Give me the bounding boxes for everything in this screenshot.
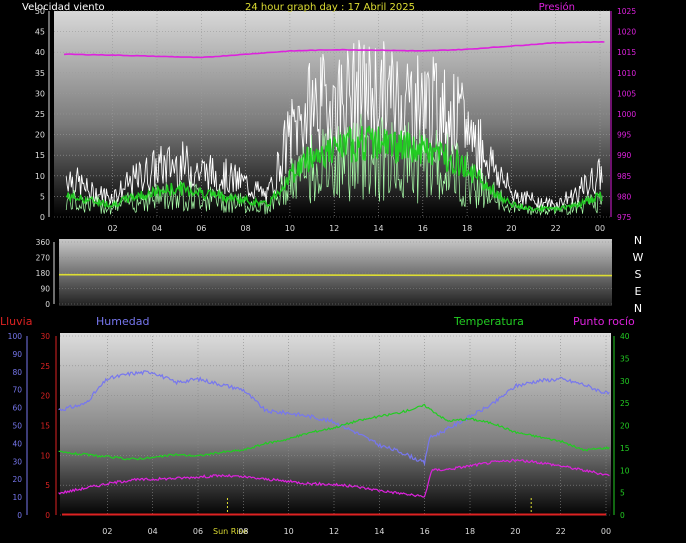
pressure-y-tick-right: 990	[617, 151, 632, 160]
rain-y-tick: 15	[40, 422, 50, 431]
bottom-plot-area	[60, 333, 611, 517]
bottom-x-tick: 10	[284, 527, 294, 536]
compass-label: E	[635, 285, 642, 298]
temperature-y-tick: 5	[620, 489, 625, 498]
compass-label: S	[635, 268, 642, 281]
humidity-y-tick: 30	[12, 457, 22, 466]
humidity-y-tick: 90	[12, 350, 22, 359]
compass-label: N	[634, 302, 642, 315]
temperature-y-tick: 15	[620, 444, 630, 453]
temperature-y-tick: 35	[620, 354, 630, 363]
wind-y-tick-left: 15	[35, 151, 45, 160]
graph-date-title: 24 hour graph day : 17 Abril 2025	[245, 2, 415, 13]
temperature-y-tick: 40	[620, 332, 630, 341]
pressure-y-tick-right: 985	[617, 172, 632, 181]
pressure-y-tick-right: 980	[617, 192, 632, 201]
rain-y-tick: 30	[40, 332, 50, 341]
rain-y-tick: 20	[40, 392, 50, 401]
bottom-x-tick: 18	[465, 527, 475, 536]
humidity-y-tick: 50	[12, 422, 22, 431]
bottom-x-tick: 06	[193, 527, 203, 536]
wind-x-tick: 08	[241, 224, 251, 233]
pressure-y-tick-right: 975	[617, 213, 632, 222]
pressure-y-tick-right: 1015	[617, 48, 636, 57]
wind-y-tick-left: 40	[35, 48, 45, 57]
bottom-x-tick: 12	[329, 527, 339, 536]
rain-y-tick: 25	[40, 362, 50, 371]
temperature-y-tick: 0	[620, 511, 625, 520]
bottom-x-tick: 14	[374, 527, 384, 536]
wind-y-tick-left: 45	[35, 28, 45, 37]
temperature-y-tick: 25	[620, 399, 630, 408]
bottom-x-tick: 22	[556, 527, 566, 536]
pressure-y-tick-right: 1010	[617, 69, 636, 78]
pressure-y-tick-right: 1005	[617, 89, 636, 98]
legend-rain: Lluvia	[0, 315, 32, 328]
bottom-x-tick: 16	[420, 527, 430, 536]
humidity-y-tick: 20	[12, 475, 22, 484]
wind-y-tick-left: 5	[40, 192, 45, 201]
bottom-x-tick: 04	[148, 527, 158, 536]
humidity-y-tick: 40	[12, 439, 22, 448]
direction-y-tick: 90	[40, 285, 50, 294]
temperature-y-tick: 20	[620, 422, 630, 431]
legend-temperature: Temperatura	[453, 315, 524, 328]
wind-y-tick-left: 35	[35, 69, 45, 78]
humidity-y-tick: 100	[8, 332, 23, 341]
wind-plot-area	[54, 11, 610, 217]
direction-y-tick: 270	[36, 254, 51, 263]
wind-x-tick: 00	[595, 224, 605, 233]
wind-x-tick: 04	[152, 224, 162, 233]
humidity-y-tick: 10	[12, 493, 22, 502]
wind-x-tick: 10	[285, 224, 295, 233]
direction-y-tick: 0	[45, 300, 50, 309]
pressure-y-tick-right: 995	[617, 131, 632, 140]
temperature-y-tick: 10	[620, 466, 630, 475]
wind-y-tick-left: 10	[35, 172, 45, 181]
direction-y-tick: 360	[36, 238, 51, 247]
direction-y-tick: 180	[36, 269, 51, 278]
pressure-title: Presión	[539, 1, 575, 13]
compass-label: N	[634, 234, 642, 247]
bottom-x-tick: 08	[238, 527, 248, 536]
legend-dewpoint: Punto rocío	[573, 315, 635, 328]
wind-y-tick-left: 0	[40, 213, 45, 222]
legend-humidity: Humedad	[96, 315, 149, 328]
humidity-y-tick: 80	[12, 368, 22, 377]
wind-y-tick-left: 50	[35, 7, 45, 16]
wind-x-tick: 22	[551, 224, 561, 233]
wind-x-tick: 18	[462, 224, 472, 233]
bottom-x-tick: 00	[601, 527, 611, 536]
humidity-y-tick: 70	[12, 386, 22, 395]
wind-y-tick-left: 25	[35, 110, 45, 119]
weather-graph-canvas: Velocidad viento 24 hour graph day : 17 …	[0, 1, 644, 536]
wind-direction-series	[58, 273, 613, 277]
wind-x-tick: 20	[506, 224, 516, 233]
bottom-x-tick: 02	[102, 527, 112, 536]
bottom-x-tick: 20	[510, 527, 520, 536]
pressure-y-tick-right: 1000	[617, 110, 636, 119]
wind-x-tick: 16	[418, 224, 428, 233]
humidity-y-tick: 60	[12, 404, 22, 413]
rain-y-tick: 10	[40, 451, 50, 460]
wind-y-tick-left: 30	[35, 89, 45, 98]
compass-label: W	[633, 251, 644, 264]
rain-y-tick: 0	[45, 511, 50, 520]
wind-x-tick: 06	[196, 224, 206, 233]
wind-x-tick: 02	[108, 224, 118, 233]
pressure-y-tick-right: 1025	[617, 7, 636, 16]
rain-y-tick: 5	[45, 481, 50, 490]
wind-x-tick: 12	[329, 224, 339, 233]
direction-plot-area	[59, 239, 612, 306]
wind-y-tick-left: 20	[35, 131, 45, 140]
wind-x-tick: 14	[373, 224, 383, 233]
humidity-y-tick: 0	[17, 511, 22, 520]
temperature-y-tick: 30	[620, 377, 630, 386]
pressure-y-tick-right: 1020	[617, 28, 636, 37]
